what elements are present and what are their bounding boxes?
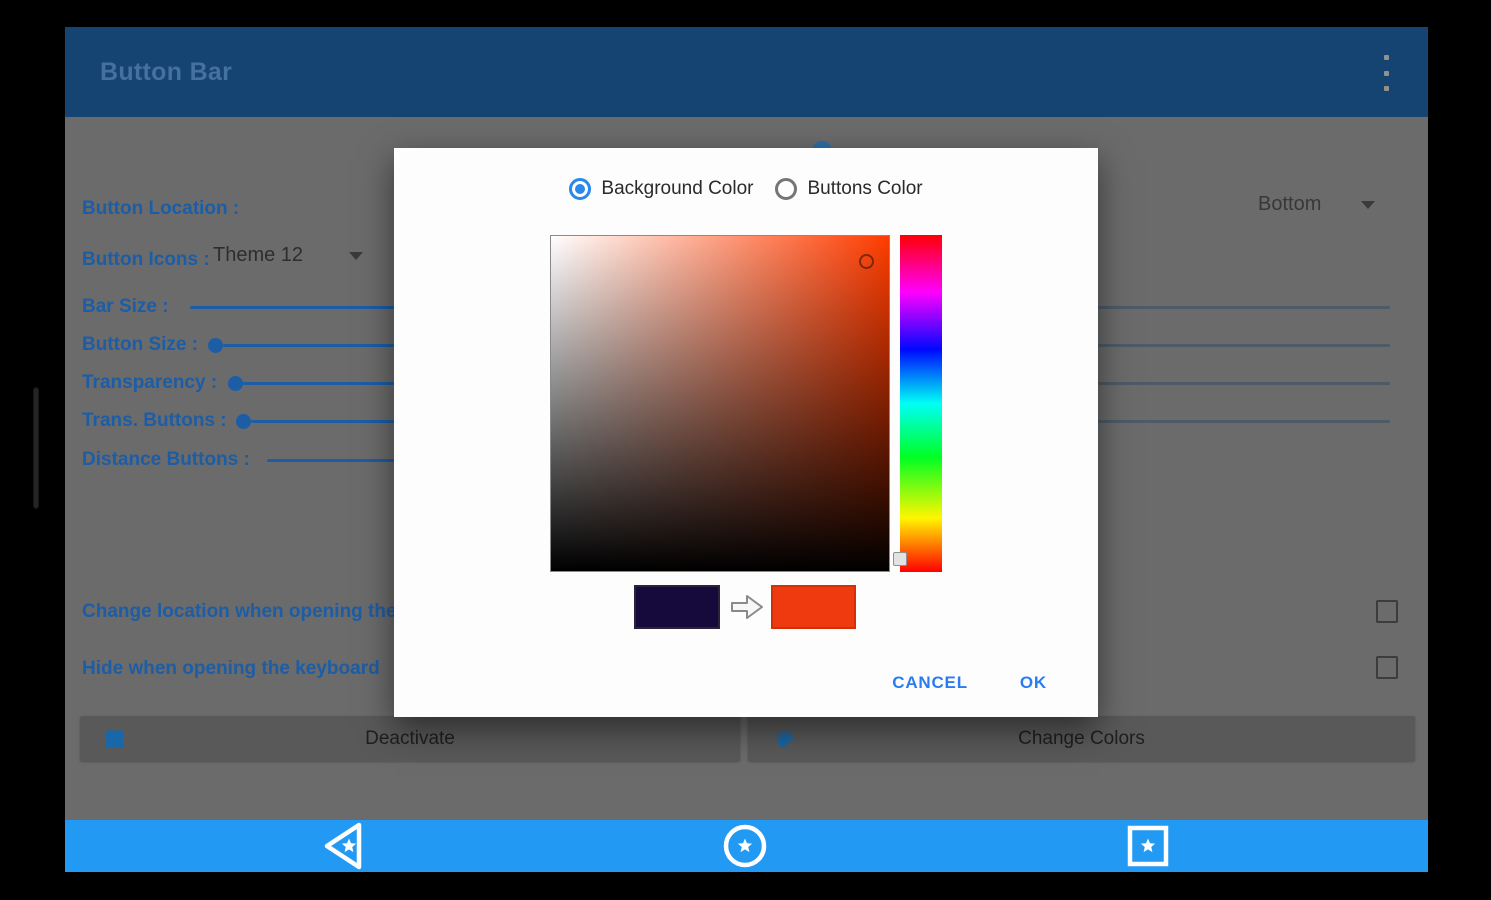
button-icons-value: Theme 12 — [213, 244, 304, 266]
change-colors-button[interactable]: Change Colors — [748, 716, 1415, 761]
hue-slider[interactable] — [900, 235, 942, 572]
button-location-value: Bottom — [1258, 193, 1322, 215]
change-location-checkbox[interactable] — [1376, 600, 1398, 623]
hide-keyboard-checkbox[interactable] — [1376, 656, 1398, 679]
back-triangle-star-icon[interactable] — [317, 818, 373, 872]
trans-buttons-slider-track[interactable] — [1098, 420, 1390, 423]
button-size-slider-thumb[interactable] — [208, 338, 223, 353]
button-size-label: Button Size : — [82, 334, 199, 355]
button-icons-label: Button Icons : — [82, 249, 210, 270]
trans-buttons-slider[interactable] — [251, 420, 394, 423]
transparency-slider[interactable] — [243, 382, 394, 385]
bar-size-slider[interactable] — [190, 306, 394, 309]
distance-buttons-slider[interactable] — [267, 459, 394, 462]
change-location-label: Change location when opening the — [82, 601, 397, 622]
deactivate-button-label: Deactivate — [365, 727, 455, 749]
palette-icon — [774, 728, 796, 750]
button-icons-dropdown[interactable]: Theme 12 — [213, 244, 364, 267]
buttons-color-label: Buttons Color — [807, 178, 923, 199]
page-title: Button Bar — [100, 57, 233, 86]
current-color-swatch — [634, 585, 720, 629]
app-bar: Button Bar — [65, 27, 1428, 117]
chevron-down-icon — [349, 251, 364, 260]
button-location-dropdown[interactable]: Bottom — [1258, 193, 1376, 216]
color-picker-dialog: Background Color Buttons Color CANCEL OK — [394, 148, 1098, 717]
overlay-button-bar — [65, 820, 1428, 872]
color-cursor-icon[interactable] — [859, 254, 874, 269]
bar-size-slider-track[interactable] — [1098, 306, 1390, 309]
chevron-down-icon — [1361, 200, 1376, 209]
button-location-label: Button Location : — [82, 198, 240, 219]
hide-keyboard-label: Hide when opening the keyboard — [82, 658, 380, 679]
circle-star-icon[interactable] — [721, 822, 769, 870]
transparency-label: Transparency : — [82, 372, 218, 393]
distance-buttons-label: Distance Buttons : — [82, 449, 250, 470]
volume-button — [33, 387, 39, 509]
overflow-menu-icon[interactable] — [1378, 53, 1394, 93]
saturation-value-picker[interactable] — [550, 235, 890, 572]
ok-button[interactable]: OK — [1020, 673, 1047, 693]
trans-buttons-slider-thumb[interactable] — [236, 414, 251, 429]
app-screen: Button Bar Button Location : Bottom Butt… — [65, 27, 1428, 872]
background-color-radio[interactable]: Background Color — [569, 178, 753, 200]
button-size-slider-track[interactable] — [1098, 344, 1390, 347]
trans-buttons-label: Trans. Buttons : — [82, 410, 227, 431]
cancel-button[interactable]: CANCEL — [892, 673, 968, 693]
change-colors-button-label: Change Colors — [1018, 727, 1145, 749]
square-star-icon[interactable] — [1126, 824, 1170, 868]
hue-slider-thumb[interactable] — [893, 552, 907, 566]
buttons-color-radio[interactable]: Buttons Color — [775, 178, 923, 200]
dialog-actions: CANCEL OK — [394, 663, 1098, 703]
radio-selected-icon — [569, 178, 592, 200]
background-color-label: Background Color — [601, 178, 754, 199]
transparency-slider-track[interactable] — [1098, 382, 1390, 385]
color-target-options: Background Color Buttons Color — [394, 178, 1098, 200]
button-size-slider[interactable] — [223, 344, 394, 347]
radio-unselected-icon — [775, 178, 798, 200]
transparency-slider-thumb[interactable] — [228, 376, 243, 391]
new-color-swatch — [771, 585, 856, 629]
arrow-right-icon — [728, 592, 766, 627]
stop-square-icon — [106, 730, 123, 747]
tablet-frame: Button Bar Button Location : Bottom Butt… — [0, 0, 1491, 900]
deactivate-button[interactable]: Deactivate — [80, 716, 740, 761]
bar-size-label: Bar Size : — [82, 296, 169, 317]
